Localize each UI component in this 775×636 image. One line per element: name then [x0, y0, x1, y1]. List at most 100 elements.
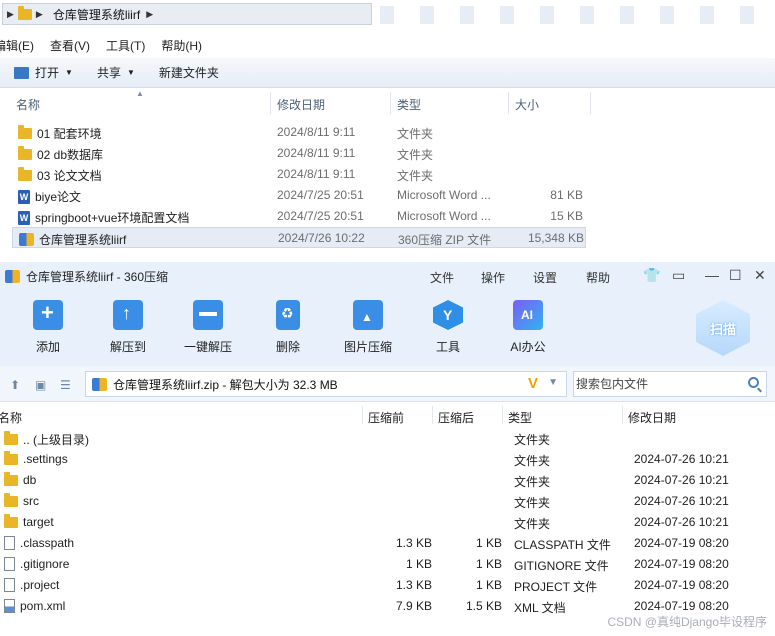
- file-row-selected[interactable]: 仓库管理系统liirf 2024/7/26 10:22 360压缩 ZIP 文件…: [12, 227, 586, 248]
- ai-office-button[interactable]: AI办公: [490, 300, 566, 355]
- explorer-column-header: ▲ 名称 修改日期 类型 大小: [0, 89, 775, 114]
- minimize-icon[interactable]: —: [705, 267, 719, 283]
- menu-help[interactable]: 帮助: [586, 269, 610, 286]
- column-size[interactable]: 大小: [515, 96, 539, 113]
- list-item[interactable]: .gitignore 1 KB 1 KB GITIGNORE 文件 2024-0…: [0, 554, 775, 575]
- column-after[interactable]: 压缩后: [438, 409, 474, 426]
- folder-icon: [4, 431, 18, 445]
- skin-shirt-icon[interactable]: 👕: [643, 267, 660, 284]
- open-label: 打开: [35, 66, 60, 80]
- delete-label: 删除: [275, 340, 300, 354]
- image-compress-button[interactable]: 图片压缩: [330, 300, 406, 355]
- entry-modified: 2024-07-26 10:21: [634, 494, 729, 508]
- archive-path-box[interactable]: 仓库管理系统liirf.zip - 解包大小为 32.3 MB V ▼: [85, 371, 567, 397]
- breadcrumb[interactable]: 仓库管理系统liirf: [53, 6, 140, 23]
- column-divider[interactable]: [508, 92, 509, 114]
- scan-label: 扫描: [709, 321, 736, 337]
- up-arrow-icon[interactable]: ⬆: [10, 378, 20, 392]
- list-item[interactable]: src 文件夹 2024-07-26 10:21: [0, 491, 775, 512]
- one-click-extract-button[interactable]: 一键解压: [170, 300, 246, 355]
- list-item[interactable]: target 文件夹 2024-07-26 10:21: [0, 512, 775, 533]
- entry-before: 1.3 KB: [395, 536, 432, 550]
- breadcrumb-arrow-icon[interactable]: ▶: [36, 9, 43, 20]
- column-type[interactable]: 类型: [397, 96, 421, 113]
- column-modified[interactable]: 修改日期: [628, 409, 676, 426]
- chevron-down-icon[interactable]: ▼: [548, 377, 558, 388]
- one-click-extract-icon: [193, 300, 223, 330]
- file-row[interactable]: Wbiye论文 2024/7/25 20:51 Microsoft Word .…: [0, 185, 775, 206]
- file-row[interactable]: 02 db数据库 2024/8/11 9:11 文件夹: [0, 143, 775, 164]
- new-folder-button[interactable]: 新建文件夹: [159, 64, 219, 81]
- column-divider[interactable]: [590, 92, 591, 114]
- list-item[interactable]: db 文件夹 2024-07-26 10:21: [0, 470, 775, 491]
- address-box[interactable]: ▶ ▶ 仓库管理系统liirf ▶: [2, 3, 372, 25]
- list-item-parent[interactable]: .. (上级目录) 文件夹: [0, 428, 775, 449]
- menu-operate[interactable]: 操作: [481, 269, 505, 286]
- file-size: 15 KB: [550, 209, 583, 223]
- file-row[interactable]: 03 论文文档 2024/8/11 9:11 文件夹: [0, 164, 775, 185]
- entry-name: .. (上级目录): [23, 433, 89, 447]
- menu-edit[interactable]: 编辑(E): [0, 37, 34, 54]
- file-date: 2024/7/26 10:22: [278, 231, 365, 245]
- file-row[interactable]: 01 配套环境 2024/8/11 9:11 文件夹: [0, 122, 775, 143]
- entry-after: 1 KB: [475, 557, 502, 571]
- add-button[interactable]: 添加: [10, 300, 86, 355]
- search-icon[interactable]: [748, 377, 759, 388]
- zip-title-bar: 仓库管理系统liirf - 360压缩 文件 操作 设置 帮助 👕 ▭ — ☐ …: [0, 262, 775, 290]
- share-button[interactable]: 共享 ▼: [97, 64, 135, 81]
- column-divider[interactable]: [432, 406, 433, 424]
- entry-type: 文件夹: [514, 517, 551, 531]
- close-icon[interactable]: ✕: [754, 267, 766, 284]
- thumbnail-view-icon[interactable]: ▣: [35, 378, 46, 392]
- column-before[interactable]: 压缩前: [368, 409, 404, 426]
- list-item[interactable]: .project 1.3 KB 1 KB PROJECT 文件 2024-07-…: [0, 575, 775, 596]
- folder-icon: [18, 146, 32, 160]
- menu-help[interactable]: 帮助(H): [161, 37, 202, 54]
- file-icon: [4, 578, 15, 592]
- breadcrumb-arrow-icon[interactable]: ▶: [146, 9, 153, 20]
- expand-arrow-icon[interactable]: ▶: [7, 9, 14, 20]
- menu-view[interactable]: 查看(V): [50, 37, 90, 54]
- entry-name: src: [23, 494, 39, 508]
- file-row[interactable]: Wspringboot+vue环境配置文档 2024/7/25 20:51 Mi…: [0, 206, 775, 227]
- column-name[interactable]: 名称: [16, 96, 40, 113]
- entry-modified: 2024-07-26 10:21: [634, 473, 729, 487]
- menu-file[interactable]: 文件: [430, 269, 454, 286]
- list-item[interactable]: .settings 文件夹 2024-07-26 10:21: [0, 449, 775, 470]
- search-box[interactable]: [573, 371, 767, 397]
- column-divider[interactable]: [270, 92, 271, 114]
- watermark: CSDN @真纯Django毕设程序: [607, 615, 767, 629]
- word-doc-icon: W: [18, 210, 30, 225]
- file-type: 文件夹: [397, 148, 434, 162]
- entry-after: 1.5 KB: [465, 599, 502, 613]
- scan-button[interactable]: 扫描: [696, 300, 750, 356]
- add-label: 添加: [35, 340, 60, 354]
- column-divider[interactable]: [502, 406, 503, 424]
- file-type: 文件夹: [397, 127, 434, 141]
- column-divider[interactable]: [622, 406, 623, 424]
- search-input[interactable]: [576, 372, 736, 396]
- menu-settings[interactable]: 设置: [533, 269, 557, 286]
- tools-button[interactable]: 工具: [410, 300, 486, 355]
- verified-v-icon[interactable]: V: [528, 375, 538, 392]
- entry-type: CLASSPATH 文件: [514, 538, 611, 552]
- add-icon: [33, 300, 63, 330]
- maximize-icon[interactable]: ☐: [729, 267, 742, 284]
- column-date[interactable]: 修改日期: [277, 96, 325, 113]
- file-icon: [4, 536, 15, 550]
- file-date: 2024/7/25 20:51: [277, 209, 364, 223]
- menu-tools[interactable]: 工具(T): [106, 37, 145, 54]
- list-view-icon[interactable]: ☰: [60, 378, 71, 392]
- column-divider[interactable]: [390, 92, 391, 114]
- blurred-background: [380, 6, 775, 24]
- column-divider[interactable]: [362, 406, 363, 424]
- open-button[interactable]: 打开 ▼: [14, 64, 73, 81]
- column-name[interactable]: 名称: [0, 409, 22, 426]
- column-type[interactable]: 类型: [508, 409, 532, 426]
- feedback-icon[interactable]: ▭: [672, 267, 685, 284]
- delete-button[interactable]: 删除: [250, 300, 326, 355]
- extract-to-button[interactable]: 解压到: [90, 300, 166, 355]
- entry-name: pom.xml: [20, 599, 66, 613]
- list-item[interactable]: .classpath 1.3 KB 1 KB CLASSPATH 文件 2024…: [0, 533, 775, 554]
- file-name: 仓库管理系统liirf: [39, 233, 127, 247]
